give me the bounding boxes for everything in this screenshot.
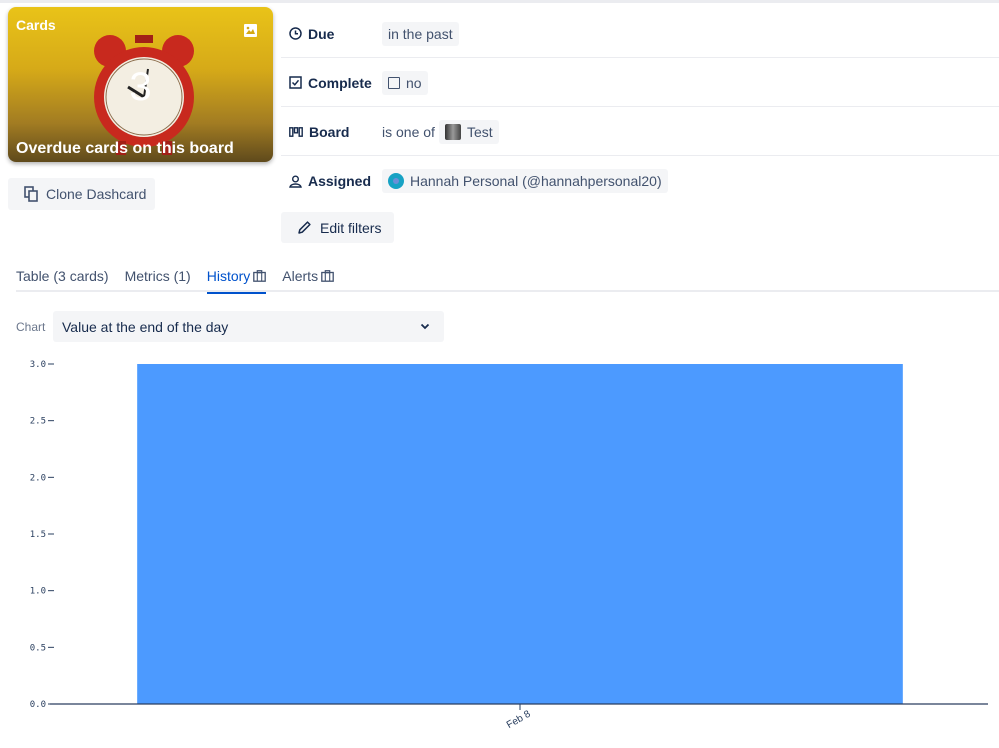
clone-dashcard-label: Clone Dashcard [46,186,147,202]
people-icon [289,175,302,188]
y-tick-label: 3.0 [30,360,46,370]
filter-row-complete: Complete no [281,59,999,107]
filter-label-assigned: Assigned [308,173,372,189]
complete-value-text: no [406,74,422,91]
tile-title: Cards [16,17,56,33]
edit-filters-label: Edit filters [320,219,382,236]
y-tick-label: 2.5 [30,417,46,427]
tab-alerts[interactable]: Alerts [282,263,334,292]
briefcase-icon [321,270,334,282]
chart-type-select[interactable]: Value at the end of the day [53,311,444,342]
tab-history[interactable]: History [206,263,267,294]
y-tick-label: 0.0 [30,700,46,710]
y-tick-label: 2.0 [30,473,46,483]
top-divider [0,0,999,3]
board-value-text: Test [466,123,493,140]
copy-icon [24,186,38,202]
filter-row-board: Board is one of Test [281,108,999,156]
dashcard-tile[interactable]: Cards 3 Overdue cards on this board [8,7,273,162]
tab-table-label: Table (3 cards) [16,268,109,284]
tab-table[interactable]: Table (3 cards) [16,263,109,292]
tab-metrics-label: Metrics (1) [124,268,191,284]
y-tick-label: 1.5 [30,530,46,540]
board-thumbnail [444,123,461,140]
tile-caption: Overdue cards on this board [16,140,234,157]
filter-value-due[interactable]: in the past [382,21,459,46]
avatar [388,173,404,189]
assigned-value-text: Hannah Personal (@hannahpersonal20) [410,173,662,189]
unchecked-box-icon [388,76,400,89]
filter-row-assigned: Assigned Hannah Personal (@hannahpersona… [281,157,999,205]
filter-operator-board: is one of [382,123,435,140]
tab-alerts-label: Alerts [282,268,319,284]
y-tick-label: 1.0 [30,587,46,597]
x-tick-label: Feb 8 [505,708,533,731]
filter-value-board[interactable]: Test [438,119,499,144]
due-value-text: in the past [388,25,453,42]
chevron-down-icon [420,323,430,330]
filter-row-due: Due in the past [281,10,999,58]
filter-label-due: Due [308,25,335,42]
chart-select-value: Value at the end of the day [62,318,229,335]
chart-select-label: Chart [16,320,46,334]
checkbox-checked-icon [289,76,302,89]
image-icon[interactable] [244,24,257,37]
history-bar-chart: 0.0 0.5 1.0 1.5 2.0 2.5 3.0 Feb 8 [30,360,988,731]
edit-filters-button[interactable]: Edit filters [281,212,394,243]
tab-metrics[interactable]: Metrics (1) [125,263,191,292]
clone-dashcard-button[interactable]: Clone Dashcard [8,178,155,210]
board-icon [289,126,303,137]
filter-value-assigned[interactable]: Hannah Personal (@hannahpersonal20) [382,169,668,193]
clock-icon [289,27,302,40]
briefcase-icon [253,270,267,282]
pencil-icon [298,221,311,234]
filter-label-board: Board [309,123,350,140]
bar [137,364,903,704]
tile-count: 3 [129,65,152,109]
filter-value-complete[interactable]: no [382,70,428,95]
filter-label-complete: Complete [308,74,372,91]
tab-history-label: History [206,268,251,284]
view-tabs: Table (3 cards) Metrics (1) History Aler… [16,263,999,294]
y-tick-label: 0.5 [30,643,46,653]
